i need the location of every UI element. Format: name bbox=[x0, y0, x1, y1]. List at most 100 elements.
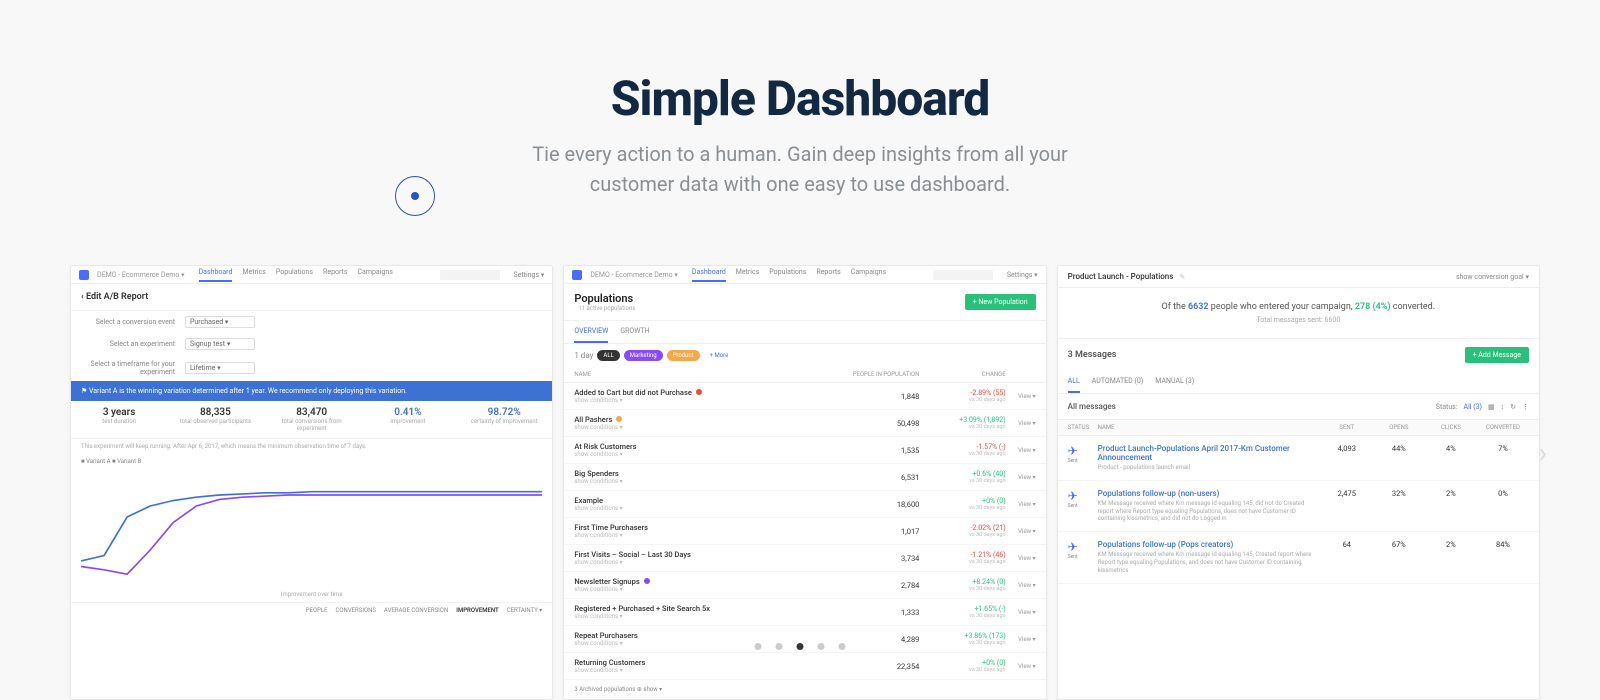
view-button[interactable]: View ▾ bbox=[1006, 420, 1036, 427]
population-name[interactable]: Returning Customers bbox=[574, 658, 833, 667]
population-name[interactable]: First Time Purchasers bbox=[574, 523, 833, 532]
footer-metric[interactable]: CONVERSIONS bbox=[336, 607, 376, 614]
chip-more[interactable]: + More bbox=[704, 350, 735, 361]
send-icon: ✈Sent bbox=[1068, 489, 1098, 509]
population-change: +0% (0)vs 30 days ago bbox=[919, 659, 1005, 673]
chip-product[interactable]: Product bbox=[667, 350, 700, 361]
show-conditions[interactable]: show conditions ▾ bbox=[574, 397, 833, 404]
chip-all[interactable]: ALL bbox=[597, 350, 619, 361]
message-title[interactable]: Populations follow-up (Pops creators) bbox=[1098, 540, 1321, 549]
population-name[interactable]: Newsletter Signups bbox=[574, 577, 833, 586]
nav-tab-campaigns[interactable]: Campaigns bbox=[851, 268, 886, 282]
footer-metric[interactable]: CERTAINTY ▾ bbox=[507, 607, 543, 614]
breadcrumb[interactable]: DEMO - Ecommerce Demo ▾ bbox=[590, 271, 678, 279]
footer-metric[interactable]: AVERAGE CONVERSION bbox=[384, 607, 448, 614]
view-button[interactable]: View ▾ bbox=[1006, 474, 1036, 481]
message-title[interactable]: Product Launch-Populations April 2017-Km… bbox=[1098, 444, 1321, 462]
add-message-button[interactable]: + Add Message bbox=[1465, 347, 1529, 363]
population-name[interactable]: Added to Cart but did not Purchase bbox=[574, 388, 833, 397]
clicks-pct: 2% bbox=[1425, 489, 1477, 498]
filter-icon[interactable]: ⋮ bbox=[1522, 403, 1529, 411]
population-count: 2,784 bbox=[833, 581, 919, 590]
population-count: 1,535 bbox=[833, 446, 919, 455]
carousel-next-icon[interactable]: › bbox=[1534, 432, 1552, 472]
nav-tab-populations[interactable]: Populations bbox=[276, 268, 313, 282]
population-name[interactable]: Example bbox=[574, 496, 833, 505]
show-conditions[interactable]: show conditions ▾ bbox=[574, 559, 833, 566]
population-name[interactable]: First Visits – Social – Last 30 Days bbox=[574, 550, 833, 559]
view-button[interactable]: View ▾ bbox=[1006, 528, 1036, 535]
show-conditions[interactable]: show conditions ▾ bbox=[574, 451, 833, 458]
footer-metric[interactable]: PEOPLE bbox=[306, 607, 328, 614]
pulse-indicator[interactable] bbox=[395, 176, 435, 216]
msg-tab[interactable]: ALL bbox=[1068, 371, 1080, 393]
clicks-pct: 2% bbox=[1425, 540, 1477, 549]
view-button[interactable]: View ▾ bbox=[1006, 636, 1036, 643]
status-filter[interactable]: All (3) bbox=[1464, 403, 1482, 411]
conversion-goal-toggle[interactable]: show conversion goal ▾ bbox=[1456, 273, 1529, 281]
show-conditions[interactable]: show conditions ▾ bbox=[574, 613, 833, 620]
chip-marketing[interactable]: Marketing bbox=[624, 350, 663, 361]
show-conditions[interactable]: show conditions ▾ bbox=[574, 532, 833, 539]
carousel-dot[interactable] bbox=[818, 643, 825, 650]
stat-value: 83,470 bbox=[268, 407, 356, 418]
population-name[interactable]: Big Spenders bbox=[574, 469, 833, 478]
form-select[interactable]: Signup test ▾ bbox=[185, 338, 255, 350]
view-button[interactable]: View ▾ bbox=[1006, 447, 1036, 454]
campaign-title: Product Launch - Populations bbox=[1068, 272, 1174, 281]
show-conditions[interactable]: show conditions ▾ bbox=[574, 424, 833, 431]
stat-label: total observed participants bbox=[171, 418, 259, 425]
carousel-dot[interactable] bbox=[776, 643, 783, 650]
settings-menu[interactable]: Settings ▾ bbox=[1007, 271, 1038, 279]
settings-menu[interactable]: Settings ▾ bbox=[514, 271, 545, 279]
view-button[interactable]: View ▾ bbox=[1006, 555, 1036, 562]
edit-icon[interactable]: ✎ bbox=[1179, 273, 1185, 281]
nav-tab-populations[interactable]: Populations bbox=[769, 268, 806, 282]
logo-icon[interactable] bbox=[79, 270, 89, 280]
nav-tab-dashboard[interactable]: Dashboard bbox=[692, 268, 726, 282]
search-input[interactable] bbox=[440, 270, 500, 280]
breadcrumb[interactable]: DEMO - Ecommerce Demo ▾ bbox=[97, 271, 185, 279]
population-name[interactable]: At Risk Customers bbox=[574, 442, 833, 451]
show-conditions[interactable]: show conditions ▾ bbox=[574, 478, 833, 485]
archived-link[interactable]: 3 Archived populations ⊕ show ▾ bbox=[564, 680, 1045, 699]
msg-tab[interactable]: AUTOMATED (0) bbox=[1092, 371, 1144, 393]
carousel-dot[interactable] bbox=[755, 643, 762, 650]
form-select[interactable]: Lifetime ▾ bbox=[185, 362, 255, 374]
sort-icon[interactable]: ↕ bbox=[1501, 403, 1505, 411]
subtab-growth[interactable]: GROWTH bbox=[620, 321, 649, 343]
population-name[interactable]: All Pashers bbox=[574, 415, 833, 424]
nav-tab-reports[interactable]: Reports bbox=[323, 268, 347, 282]
view-button[interactable]: View ▾ bbox=[1006, 393, 1036, 400]
view-button[interactable]: View ▾ bbox=[1006, 609, 1036, 616]
view-button[interactable]: View ▾ bbox=[1006, 663, 1036, 670]
nav-tab-dashboard[interactable]: Dashboard bbox=[199, 268, 233, 282]
nav-tab-metrics[interactable]: Metrics bbox=[736, 268, 759, 282]
population-change: +8.24% (0)vs 30 days ago bbox=[919, 578, 1005, 592]
col-name: NAME bbox=[574, 371, 833, 378]
refresh-icon[interactable]: ↻ bbox=[1510, 403, 1516, 411]
nav-tab-metrics[interactable]: Metrics bbox=[242, 268, 265, 282]
grid-icon[interactable]: ▦ bbox=[1488, 403, 1495, 411]
message-title[interactable]: Populations follow-up (non-users) bbox=[1098, 489, 1321, 498]
population-name[interactable]: Repeat Purchasers bbox=[574, 631, 833, 640]
nav-tab-reports[interactable]: Reports bbox=[816, 268, 840, 282]
show-conditions[interactable]: show conditions ▾ bbox=[574, 667, 833, 674]
show-conditions[interactable]: show conditions ▾ bbox=[574, 505, 833, 512]
ab-chart bbox=[81, 473, 542, 583]
nav-tab-campaigns[interactable]: Campaigns bbox=[357, 268, 392, 282]
new-population-button[interactable]: + New Population bbox=[965, 294, 1036, 310]
footer-metric[interactable]: IMPROVEMENT bbox=[456, 607, 498, 614]
search-input[interactable] bbox=[933, 270, 993, 280]
view-button[interactable]: View ▾ bbox=[1006, 501, 1036, 508]
carousel-dot[interactable] bbox=[797, 643, 804, 650]
logo-icon[interactable] bbox=[572, 270, 582, 280]
form-select[interactable]: Purchased ▾ bbox=[185, 316, 255, 328]
msg-tab[interactable]: MANUAL (3) bbox=[1155, 371, 1194, 393]
sent-count: 2,475 bbox=[1321, 489, 1373, 498]
carousel-dot[interactable] bbox=[839, 643, 846, 650]
population-name[interactable]: Registered + Purchased + Site Search 5x bbox=[574, 604, 833, 613]
subtab-overview[interactable]: OVERVIEW bbox=[574, 321, 608, 343]
view-button[interactable]: View ▾ bbox=[1006, 582, 1036, 589]
show-conditions[interactable]: show conditions ▾ bbox=[574, 586, 833, 593]
